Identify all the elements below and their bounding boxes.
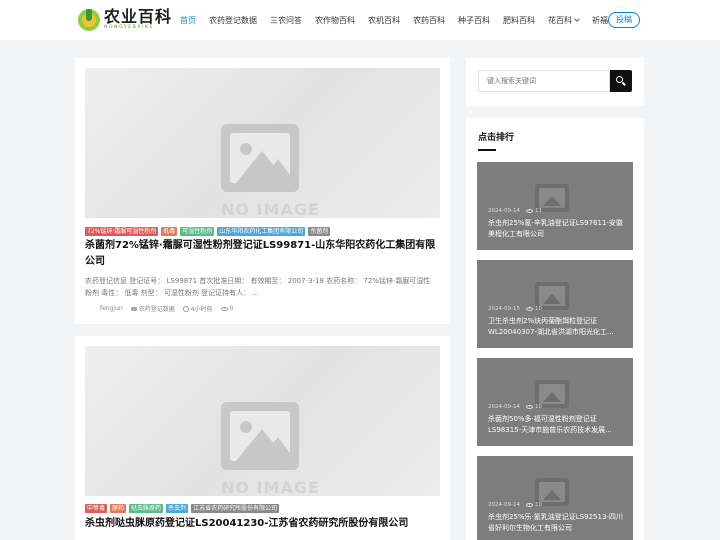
nav-item-machinery[interactable]: 农机百科: [368, 15, 400, 26]
nav-item-flowers[interactable]: 花百科: [548, 15, 580, 26]
hot-item-title: 卫生杀虫剂2%炔丙菊酯饵粒登记证WL20040307-湖北省洪湖市阳光化工...: [488, 317, 614, 336]
hot-item-date: 2024-09-14: [488, 502, 520, 508]
post-title[interactable]: 杀虫剂哒虫脒原药登记证LS20041230-江苏省农药研究所股份有限公司: [85, 516, 440, 532]
hot-item-title: 杀虫剂25%乐·氰乳油登记证LS92513-四川省好利尔生物化工有限公司: [488, 513, 623, 532]
post-meta: fengjun 农药登记数据 4小时前 0: [100, 304, 241, 313]
clock-icon: [182, 305, 189, 312]
title-underline: [478, 149, 496, 151]
post-tags: 72%锰锌·霜脲可湿性粉剂 低毒 可湿性粉剂 山东华阳农药化工集团有限公司 杀菌…: [85, 227, 333, 236]
hot-item-title: 杀虫剂25%氰·辛乳油登记证LS97611-安徽美程化工有限公司: [488, 219, 623, 238]
post-excerpt: 农药登记信息 登记证号： LS99871 首次批准日期： 有效期至： 2007-…: [85, 277, 431, 297]
post-author[interactable]: fengjun: [100, 305, 123, 312]
image-placeholder-icon: [221, 402, 299, 470]
post-card: NO IMAGE 72%锰锌·霜脲可湿性粉剂 低毒 可湿性粉剂 山东华阳农药化工…: [75, 58, 450, 324]
logo-icon: [78, 8, 100, 31]
site-header: 农业百科 NONGYEBAIKE 首页 农药登记数据 三农问答 农作物百科 农机…: [0, 0, 720, 40]
nav-item-flowers-label: 花百科: [548, 15, 572, 25]
main-nav: 首页 农药登记数据 三农问答 农作物百科 农机百科 农药百科 种子百科 肥料百科…: [180, 0, 628, 40]
hot-item[interactable]: 2024-09-14 10 杀菌剂50%多·福可湿性粉剂登记证LS98315-天…: [477, 358, 633, 446]
eye-icon: [525, 503, 533, 507]
tag-link[interactable]: 杀菌剂: [308, 227, 331, 236]
eye-icon: [525, 307, 533, 311]
post-thumbnail[interactable]: NO IMAGE: [85, 68, 440, 218]
site-logo[interactable]: 农业百科 NONGYEBAIKE: [78, 8, 172, 31]
post-views: 0: [220, 305, 234, 312]
post-title[interactable]: 杀菌剂72%锰锌·霜脲可湿性粉剂登记证LS99871-山东华阳农药化工集团有限公…: [85, 238, 440, 270]
hot-item-views: 11: [534, 208, 542, 214]
hot-item-date: 2024-09-15: [488, 306, 520, 312]
tag-link[interactable]: 原药: [110, 504, 127, 513]
post-tags: 中等毒 原药 哒虫脒原药 杀虫剂 江苏省农药研究所股份有限公司: [85, 504, 282, 513]
tag-link[interactable]: 江苏省农药研究所股份有限公司: [191, 504, 280, 513]
image-placeholder-icon: [221, 124, 299, 192]
folder-icon: [130, 306, 137, 311]
hot-item[interactable]: 2024-09-14 10 杀虫剂25%乐·氰乳油登记证LS92513-四川省好…: [477, 456, 633, 540]
nav-item-home[interactable]: 首页: [180, 15, 196, 26]
eye-icon: [220, 306, 228, 311]
tag-link[interactable]: 山东华阳农药化工集团有限公司: [217, 227, 306, 236]
hot-item-views: 10: [534, 306, 542, 312]
hot-item-date: 2024-09-14: [488, 404, 520, 410]
submit-post-button[interactable]: 投稿: [608, 12, 640, 28]
hot-item-views: 10: [534, 502, 542, 508]
tag-link[interactable]: 哒虫脒原药: [129, 504, 164, 513]
search-widget: [466, 58, 644, 106]
hot-item[interactable]: 2024-09-14 11 杀虫剂25%氰·辛乳油登记证LS97611-安徽美程…: [477, 162, 633, 250]
hot-ranking-widget: 点击排行 2024-09-14 11 杀虫剂25%氰·辛乳油登记证LS97611…: [466, 118, 644, 540]
nav-item-seeds[interactable]: 种子百科: [458, 15, 490, 26]
hot-ranking-title: 点击排行: [478, 133, 515, 143]
hot-item-title: 杀菌剂50%多·福可湿性粉剂登记证LS98315-天津市施普乐农药技术发展...: [488, 415, 612, 434]
chevron-down-icon: [574, 15, 580, 22]
tag-link[interactable]: 可湿性粉剂: [180, 227, 215, 236]
hot-item[interactable]: 2024-09-15 10 卫生杀虫剂2%炔丙菊酯饵粒登记证WL20040307…: [477, 260, 633, 348]
nav-item-pesticides[interactable]: 农药百科: [413, 15, 445, 26]
nav-item-blessing-label: 祈福: [592, 15, 608, 25]
nav-item-crops[interactable]: 农作物百科: [315, 15, 355, 26]
search-button[interactable]: [610, 70, 632, 92]
search-input[interactable]: [478, 70, 610, 92]
no-image-text: NO IMAGE: [221, 200, 320, 218]
hot-item-views: 10: [534, 404, 542, 410]
tag-link[interactable]: 低毒: [161, 227, 178, 236]
post-card: NO IMAGE 中等毒 原药 哒虫脒原药 杀虫剂 江苏省农药研究所股份有限公司…: [75, 336, 450, 540]
hot-item-date: 2024-09-14: [488, 208, 520, 214]
tag-link[interactable]: 72%锰锌·霜脲可湿性粉剂: [85, 227, 159, 236]
post-thumbnail[interactable]: NO IMAGE: [85, 346, 440, 496]
eye-icon: [525, 209, 533, 213]
nav-item-pesticide-registration[interactable]: 农药登记数据: [209, 15, 257, 26]
post-time: 4小时前: [182, 304, 213, 313]
post-category[interactable]: 农药登记数据: [130, 304, 175, 313]
nav-item-fertilizer[interactable]: 肥料百科: [503, 15, 535, 26]
eye-icon: [525, 405, 533, 409]
tag-link[interactable]: 杀虫剂: [166, 504, 189, 513]
post-category-label: 农药登记数据: [138, 306, 175, 313]
post-time-label: 4小时前: [190, 306, 213, 313]
nav-item-qa[interactable]: 三农问答: [270, 15, 302, 26]
tag-link[interactable]: 中等毒: [85, 504, 108, 513]
no-image-text: NO IMAGE: [221, 478, 320, 496]
post-views-count: 0: [229, 305, 234, 312]
logo-title: 农业百科: [104, 7, 173, 26]
